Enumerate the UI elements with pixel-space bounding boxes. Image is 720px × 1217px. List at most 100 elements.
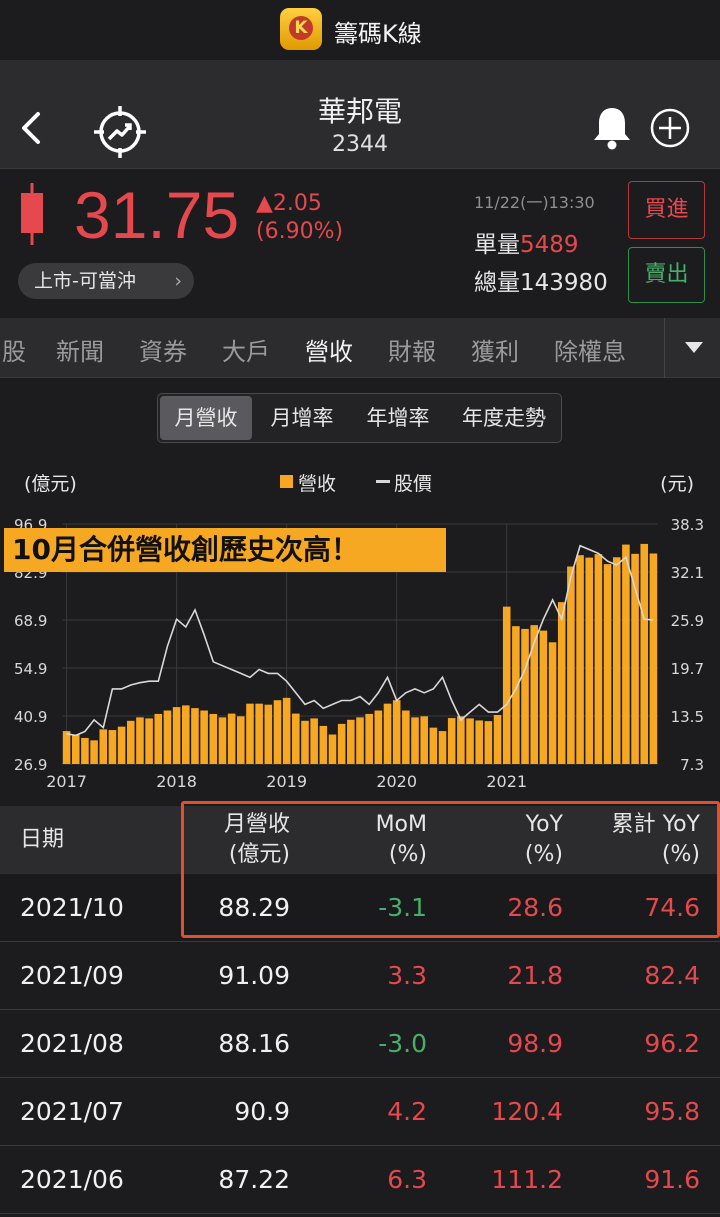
- tab-profit[interactable]: 獲利: [471, 332, 519, 367]
- revenue-bar: [603, 564, 612, 764]
- tab-major-holders[interactable]: 大戶: [222, 332, 270, 367]
- header-revenue: 月營收 (億元): [223, 812, 290, 867]
- x-tick: 2018: [156, 772, 197, 791]
- bell-icon[interactable]: [588, 104, 636, 152]
- candlestick-icon: [21, 183, 43, 245]
- tab-margin[interactable]: 資券: [139, 332, 187, 367]
- revenue-bar: [356, 717, 364, 764]
- x-tick: 2019: [266, 772, 307, 791]
- segment-yoy-rate[interactable]: 年增率: [350, 394, 446, 442]
- cell-revenue: 91.09: [218, 961, 290, 990]
- more-tabs-button[interactable]: [664, 318, 720, 378]
- cell-cumulative-yoy: 95.8: [644, 1097, 700, 1126]
- revenue-bar: [154, 713, 163, 764]
- revenue-bar: [392, 700, 401, 764]
- y-tick-right: 7.3: [680, 756, 704, 774]
- revenue-bar: [264, 704, 273, 764]
- quote-panel: 31.75 ▲2.05 (6.90%) 上市-可當沖 › 11/22(一)13:…: [0, 168, 720, 318]
- revenue-bar: [484, 721, 493, 764]
- revenue-bar: [622, 544, 630, 764]
- header-date: 日期: [20, 827, 65, 852]
- add-circle-icon[interactable]: [648, 106, 692, 150]
- revenue-bar: [182, 705, 190, 764]
- cell-cumulative-yoy: 91.6: [644, 1165, 700, 1194]
- revenue-bar: [81, 737, 89, 764]
- revenue-bar: [172, 707, 181, 764]
- revenue-table: 日期 月營收 (億元) MoM (%) YoY (%) 累計 YoY (%) 2021/…: [0, 806, 720, 1214]
- header-cumulative-yoy: 累計 YoY (%): [611, 812, 700, 867]
- chevron-right-icon: ›: [174, 270, 182, 292]
- table-row[interactable]: 2021/06 87.22 6.3 111.2 91.6: [0, 1146, 720, 1214]
- tab-stock[interactable]: 股: [2, 332, 26, 367]
- last-price: 31.75: [74, 178, 240, 252]
- tab-financials[interactable]: 財報: [388, 332, 436, 367]
- revenue-bar: [108, 730, 117, 764]
- legend-swatch-price: [376, 480, 390, 483]
- y-tick-right: 25.9: [671, 612, 704, 630]
- y-tick-left: 40.9: [14, 708, 47, 726]
- revenue-bar: [163, 710, 172, 764]
- tab-revenue[interactable]: 營收: [305, 332, 353, 367]
- triangle-down-icon: [685, 342, 703, 353]
- cell-yoy: 98.9: [507, 1029, 563, 1058]
- revenue-bar: [631, 553, 639, 764]
- table-row[interactable]: 2021/07 90.9 4.2 120.4 95.8: [0, 1078, 720, 1146]
- total-volume: 總量143980: [474, 270, 608, 296]
- revenue-bar: [62, 731, 71, 764]
- cell-date: 2021/08: [20, 1029, 124, 1058]
- right-axis-label: (元): [660, 473, 694, 495]
- revenue-bar: [71, 734, 80, 764]
- left-axis-label: (億元): [24, 473, 77, 495]
- app-logo: K: [280, 8, 322, 50]
- revenue-bar: [136, 717, 144, 764]
- logo-letter: K: [289, 16, 313, 40]
- cell-revenue: 88.16: [218, 1029, 290, 1058]
- sell-button[interactable]: 賣出: [628, 247, 705, 303]
- buy-button[interactable]: 買進: [628, 181, 705, 239]
- cell-date: 2021/07: [20, 1097, 124, 1126]
- revenue-bar: [301, 720, 309, 764]
- revenue-bar: [209, 713, 218, 764]
- revenue-bar: [530, 625, 538, 764]
- segment-annual-trend[interactable]: 年度走勢: [446, 394, 562, 442]
- market-tag-button[interactable]: 上市-可當沖 ›: [18, 263, 194, 299]
- revenue-bar: [310, 718, 318, 764]
- x-tick: 2017: [46, 772, 87, 791]
- revenue-bar: [512, 626, 520, 764]
- cell-yoy: 28.6: [507, 893, 563, 922]
- revenue-segment-control: 月營收 月增率 年增率 年度走勢: [157, 393, 562, 443]
- segment-monthly-revenue[interactable]: 月營收: [160, 396, 252, 440]
- table-row[interactable]: 2021/08 88.16 -3.0 98.9 96.2: [0, 1010, 720, 1078]
- y-tick-right: 38.3: [671, 516, 704, 534]
- price-change: ▲2.05: [256, 191, 322, 216]
- revenue-bar: [145, 718, 153, 764]
- stock-header: 華邦電 2344: [0, 60, 720, 168]
- legend-revenue: 營收: [298, 473, 336, 495]
- table-row[interactable]: 2021/10 88.29 -3.1 28.6 74.6: [0, 874, 720, 942]
- price-change-percent: (6.90%): [256, 219, 344, 244]
- cell-mom: -3.0: [378, 1029, 427, 1058]
- revenue-bar: [99, 729, 108, 764]
- cell-yoy: 111.2: [491, 1165, 563, 1194]
- revenue-bar: [585, 557, 594, 764]
- revenue-bar: [438, 731, 447, 764]
- revenue-bar: [576, 555, 584, 764]
- tab-news[interactable]: 新聞: [56, 332, 104, 367]
- revenue-bar: [447, 718, 456, 764]
- revenue-bar: [200, 710, 208, 764]
- segment-mom-rate[interactable]: 月增率: [254, 394, 350, 442]
- revenue-bar: [521, 628, 529, 764]
- revenue-bar: [90, 740, 98, 764]
- section-tabs: 股 新聞 資券 大戶 營收 財報 獲利 除權息: [0, 318, 720, 378]
- revenue-bar: [502, 606, 511, 764]
- table-row[interactable]: 2021/09 91.09 3.3 21.8 82.4: [0, 942, 720, 1010]
- revenue-bar: [117, 726, 126, 764]
- cell-yoy: 21.8: [507, 961, 563, 990]
- tab-dividend[interactable]: 除權息: [554, 332, 626, 367]
- revenue-bar: [457, 716, 465, 764]
- revenue-bar: [493, 714, 502, 764]
- y-tick-left: 68.9: [14, 612, 47, 630]
- revenue-bar: [420, 716, 428, 764]
- cell-mom: 6.3: [387, 1165, 427, 1194]
- y-tick-right: 32.1: [671, 564, 704, 582]
